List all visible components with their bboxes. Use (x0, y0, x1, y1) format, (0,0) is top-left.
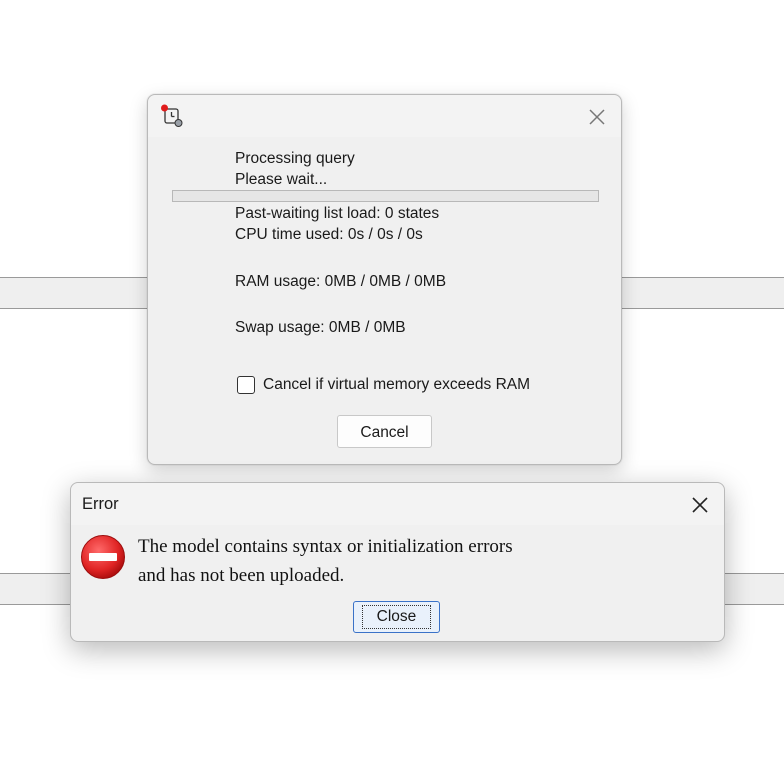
error-dialog: Error The model contains syntax or initi… (70, 482, 725, 642)
close-icon[interactable] (584, 104, 610, 130)
close-button[interactable]: Close (353, 601, 440, 633)
error-dialog-titlebar: Error (71, 483, 724, 525)
progress-bar (172, 190, 599, 202)
ram-usage-label: RAM usage: 0MB / 0MB / 0MB (235, 273, 447, 290)
close-button-label: Close (361, 605, 432, 629)
cpu-time-label: CPU time used: 0s / 0s / 0s (235, 226, 423, 243)
cancel-vm-checkbox[interactable] (237, 376, 255, 394)
error-message-line-2: and has not been uploaded. (138, 565, 345, 586)
progress-dialog: Processing query Please wait... Past-wai… (147, 94, 622, 465)
cancel-button[interactable]: Cancel (337, 415, 432, 448)
close-icon[interactable] (687, 492, 713, 518)
status-line-1: Processing query (235, 150, 355, 167)
status-line-2: Please wait... (235, 171, 328, 188)
progress-dialog-titlebar (148, 95, 621, 137)
error-message-line-1: The model contains syntax or initializat… (138, 536, 513, 557)
error-dialog-title: Error (82, 495, 119, 513)
cancel-vm-checkbox-label[interactable]: Cancel if virtual memory exceeds RAM (263, 376, 530, 394)
swap-usage-label: Swap usage: 0MB / 0MB (235, 319, 406, 336)
past-waiting-label: Past-waiting list load: 0 states (235, 205, 440, 222)
app-icon (161, 104, 183, 127)
error-stop-icon (81, 535, 125, 579)
